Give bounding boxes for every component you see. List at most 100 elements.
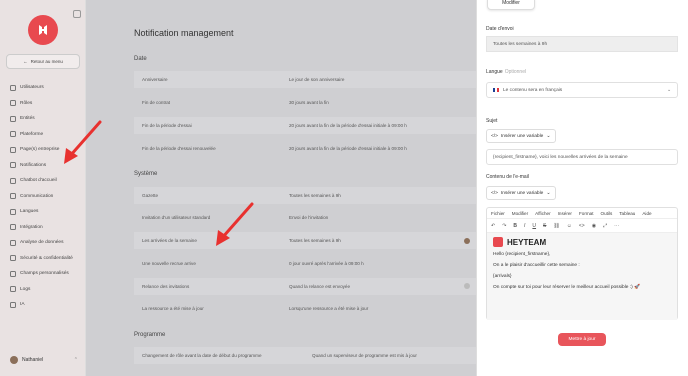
link-icon[interactable]: ⛓ bbox=[553, 223, 559, 229]
table-row[interactable]: Fin de la période d'essai 20 jours avant … bbox=[134, 117, 476, 134]
sidebar-item-label: IA bbox=[20, 302, 25, 308]
table-row[interactable]: Une nouvelle recrue arrive 0 jour ouvré a… bbox=[134, 255, 476, 272]
menu-edit[interactable]: Modifier bbox=[512, 211, 528, 216]
more-icon[interactable]: ⋯ bbox=[614, 223, 619, 229]
sidebar-item-label: Intégration bbox=[20, 224, 43, 230]
editor-toolbar: ↶ ↷ B I U S ⛓ ☺ <> ◉ ⤢ ⋯ bbox=[487, 219, 677, 233]
menu-tools[interactable]: Outils bbox=[601, 211, 613, 216]
page-title: Notification management bbox=[134, 28, 234, 38]
table-row[interactable]: Invitation d'un utilisateur standard Envo… bbox=[134, 209, 476, 226]
table-row[interactable]: Les arrivées de la semaine Toutes les sem… bbox=[134, 232, 476, 249]
bold-icon[interactable]: B bbox=[513, 223, 517, 229]
strikethrough-icon[interactable]: S bbox=[543, 223, 546, 229]
user-menu[interactable]: Nathaniel ⌃ bbox=[10, 356, 78, 364]
sidebar-item-label: Analyse de données bbox=[20, 240, 64, 246]
sidebar-item-chatbot[interactable]: Chatbot d'accueil bbox=[10, 173, 82, 189]
row-value: 30 jours avant la fin bbox=[289, 100, 329, 105]
menu-file[interactable]: Fichier bbox=[491, 211, 505, 216]
row-name: Une nouvelle recrue arrive bbox=[142, 261, 196, 266]
subject-label: Sujet bbox=[486, 118, 498, 124]
subject-value: {recipient_firstname}, voici les nouvell… bbox=[493, 154, 628, 160]
preview-icon[interactable]: ◉ bbox=[592, 223, 596, 229]
row-name: Relance des invitations bbox=[142, 284, 190, 289]
chatbot-icon bbox=[10, 177, 16, 184]
user-name: Nathaniel bbox=[22, 357, 44, 363]
french-flag-icon bbox=[493, 88, 499, 92]
sidebar-item-security[interactable]: Sécurité & confidentialité bbox=[10, 251, 82, 267]
modify-button[interactable]: Modifier bbox=[487, 0, 535, 10]
collapse-sidebar-icon[interactable] bbox=[73, 10, 81, 18]
code-icon: </> bbox=[491, 190, 498, 196]
email-line: {arrivals} bbox=[493, 274, 512, 279]
logs-icon bbox=[10, 286, 16, 293]
menu-insert[interactable]: Insérer bbox=[558, 211, 572, 216]
fullscreen-icon[interactable]: ⤢ bbox=[603, 223, 607, 229]
email-editor[interactable]: Fichier Modifier Afficher Insérer Format… bbox=[486, 207, 678, 320]
redo-icon[interactable]: ↷ bbox=[502, 223, 506, 229]
table-row[interactable]: Fin de la période d'essai renouvelée 20 j… bbox=[134, 140, 476, 157]
sidebar-item-label: Page(s) entreprise bbox=[20, 147, 60, 153]
logo-mark-icon bbox=[39, 25, 47, 35]
table-row[interactable]: Gazette Toutes les semaines à 9h bbox=[134, 187, 476, 204]
row-name: Invitation d'un utilisateur standard bbox=[142, 215, 211, 220]
row-value: 20 jours avant la fin de la période d'es… bbox=[289, 146, 407, 151]
language-select[interactable]: Le contenu sera en français ⌄ bbox=[486, 82, 678, 98]
sidebar-item-analytics[interactable]: Analyse de données bbox=[10, 235, 82, 251]
sidebar-item-label: Communication bbox=[20, 193, 54, 199]
annotation-arrow-icon bbox=[64, 120, 102, 164]
menu-format[interactable]: Format bbox=[579, 211, 594, 216]
chevron-down-icon: ⌄ bbox=[546, 190, 551, 196]
emoji-icon[interactable]: ☺ bbox=[567, 223, 572, 229]
send-date-label: Date d'envoi bbox=[486, 26, 514, 32]
bell-icon bbox=[10, 162, 16, 169]
brand-name: HEYTEAM bbox=[507, 237, 547, 247]
sidebar-item-communication[interactable]: Communication bbox=[10, 189, 82, 205]
sidebar-item-ai[interactable]: IA bbox=[10, 297, 82, 313]
email-line: Hello {recipient_firstname}, bbox=[493, 252, 551, 257]
table-row[interactable]: Fin de contrat 30 jours avant la fin bbox=[134, 94, 476, 111]
menu-view[interactable]: Afficher bbox=[535, 211, 551, 216]
back-to-menu-label: Retour au menu bbox=[30, 59, 63, 64]
insert-variable-button[interactable]: </> Insérer une variable ⌄ bbox=[486, 129, 556, 143]
back-to-menu-button[interactable]: ← Retour au menu bbox=[6, 54, 80, 69]
table-row[interactable]: Relance des invitations Quand la relance … bbox=[134, 278, 476, 295]
subject-input[interactable]: {recipient_firstname}, voici les nouvell… bbox=[486, 149, 678, 165]
sidebar-item-users[interactable]: Utilisateurs bbox=[10, 80, 82, 96]
row-action-icon[interactable] bbox=[464, 283, 470, 289]
row-name: Fin de contrat bbox=[142, 100, 171, 105]
security-icon bbox=[10, 255, 16, 262]
chevron-down-icon: ⌄ bbox=[546, 133, 551, 139]
integration-icon bbox=[10, 224, 16, 231]
editor-body[interactable]: HEYTEAM Hello {recipient_firstname}, On … bbox=[487, 233, 677, 320]
menu-help[interactable]: Aide bbox=[642, 211, 651, 216]
language-value: Le contenu sera en français bbox=[503, 87, 563, 93]
platform-icon bbox=[10, 131, 16, 138]
undo-icon[interactable]: ↶ bbox=[491, 223, 495, 229]
update-button[interactable]: Mettre à jour bbox=[558, 333, 606, 346]
row-value: 20 jours avant la fin de la période d'es… bbox=[289, 123, 407, 128]
sidebar-item-integration[interactable]: Intégration bbox=[10, 220, 82, 236]
table-row[interactable]: Anniversaire Le jour de son anniversaire bbox=[134, 71, 476, 88]
heyteam-logo[interactable] bbox=[28, 15, 58, 45]
menu-table[interactable]: Tableau bbox=[619, 211, 635, 216]
section-title-system: Système bbox=[134, 171, 158, 177]
row-value: Envoi de l'invitation bbox=[289, 215, 329, 220]
italic-icon[interactable]: I bbox=[524, 223, 525, 229]
table-row[interactable]: La ressource a été mise à jour Lorsqu'une… bbox=[134, 300, 476, 317]
sidebar-item-custom-fields[interactable]: Champs personnalisés bbox=[10, 266, 82, 282]
sidebar-item-roles[interactable]: Rôles bbox=[10, 96, 82, 112]
table-row[interactable]: Changement de rôle avant la date de débu… bbox=[134, 347, 476, 364]
underline-icon[interactable]: U bbox=[532, 223, 536, 229]
email-line: On compte sur toi pour leur réserver le … bbox=[493, 285, 641, 290]
row-value: Toutes les semaines à 9h bbox=[289, 238, 341, 243]
language-label: Langue Optionnel bbox=[486, 69, 526, 75]
row-value: Quand un superviseur de programme est mi… bbox=[312, 353, 417, 358]
insert-variable-button[interactable]: </> Insérer une variable ⌄ bbox=[486, 186, 556, 200]
sidebar-item-languages[interactable]: Langues bbox=[10, 204, 82, 220]
sidebar-item-logs[interactable]: Logs bbox=[10, 282, 82, 298]
row-value: Le jour de son anniversaire bbox=[289, 77, 345, 82]
annotation-arrow-icon bbox=[216, 202, 254, 246]
code-icon[interactable]: <> bbox=[579, 223, 585, 229]
notification-edit-panel: Modifier Date d'envoi Toutes les semaine… bbox=[476, 0, 688, 376]
sidebar-item-label: Entités bbox=[20, 116, 35, 122]
